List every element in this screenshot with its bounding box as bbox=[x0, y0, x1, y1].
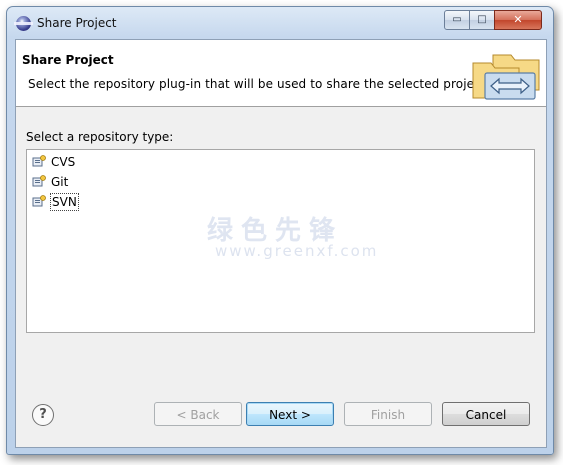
minimize-icon: ▭ bbox=[452, 14, 462, 25]
dialog-content: Share Project Select the repository plug… bbox=[15, 39, 547, 448]
repository-connector-icon bbox=[32, 155, 46, 167]
next-button[interactable]: Next > bbox=[246, 402, 334, 426]
help-icon: ? bbox=[39, 407, 47, 422]
repository-connector-icon bbox=[32, 195, 46, 207]
page-description: Select the repository plug-in that will … bbox=[28, 77, 490, 91]
help-button[interactable]: ? bbox=[32, 404, 54, 426]
repository-connector-icon bbox=[32, 175, 46, 187]
eclipse-icon bbox=[14, 16, 33, 31]
watermark-url: www.greenxf.com bbox=[215, 242, 379, 260]
list-item-label: SVN bbox=[50, 193, 79, 211]
minimize-button[interactable]: ▭ bbox=[444, 10, 470, 30]
cancel-button[interactable]: Cancel bbox=[442, 402, 530, 426]
maximize-button[interactable]: □ bbox=[469, 10, 495, 30]
share-project-window: Share Project ▭ □ ✕ Share Project Select… bbox=[6, 6, 554, 455]
list-item-label: CVS bbox=[51, 155, 76, 169]
repository-type-label: Select a repository type: bbox=[26, 130, 174, 144]
close-button[interactable]: ✕ bbox=[494, 10, 542, 30]
back-button[interactable]: < Back bbox=[154, 402, 242, 426]
wizard-header: Share Project Select the repository plug… bbox=[16, 40, 546, 107]
page-title: Share Project bbox=[22, 53, 114, 67]
title-bar[interactable]: Share Project ▭ □ ✕ bbox=[7, 7, 553, 40]
finish-button[interactable]: Finish bbox=[344, 402, 432, 426]
list-item-label: Git bbox=[51, 175, 69, 189]
repository-type-list[interactable]: 绿色先锋 www.greenxf.com CVS Git SVN bbox=[26, 149, 535, 333]
close-icon: ✕ bbox=[513, 13, 523, 26]
window-title: Share Project bbox=[37, 16, 117, 30]
maximize-icon: □ bbox=[477, 14, 487, 25]
share-project-wizard-icon bbox=[472, 54, 540, 100]
